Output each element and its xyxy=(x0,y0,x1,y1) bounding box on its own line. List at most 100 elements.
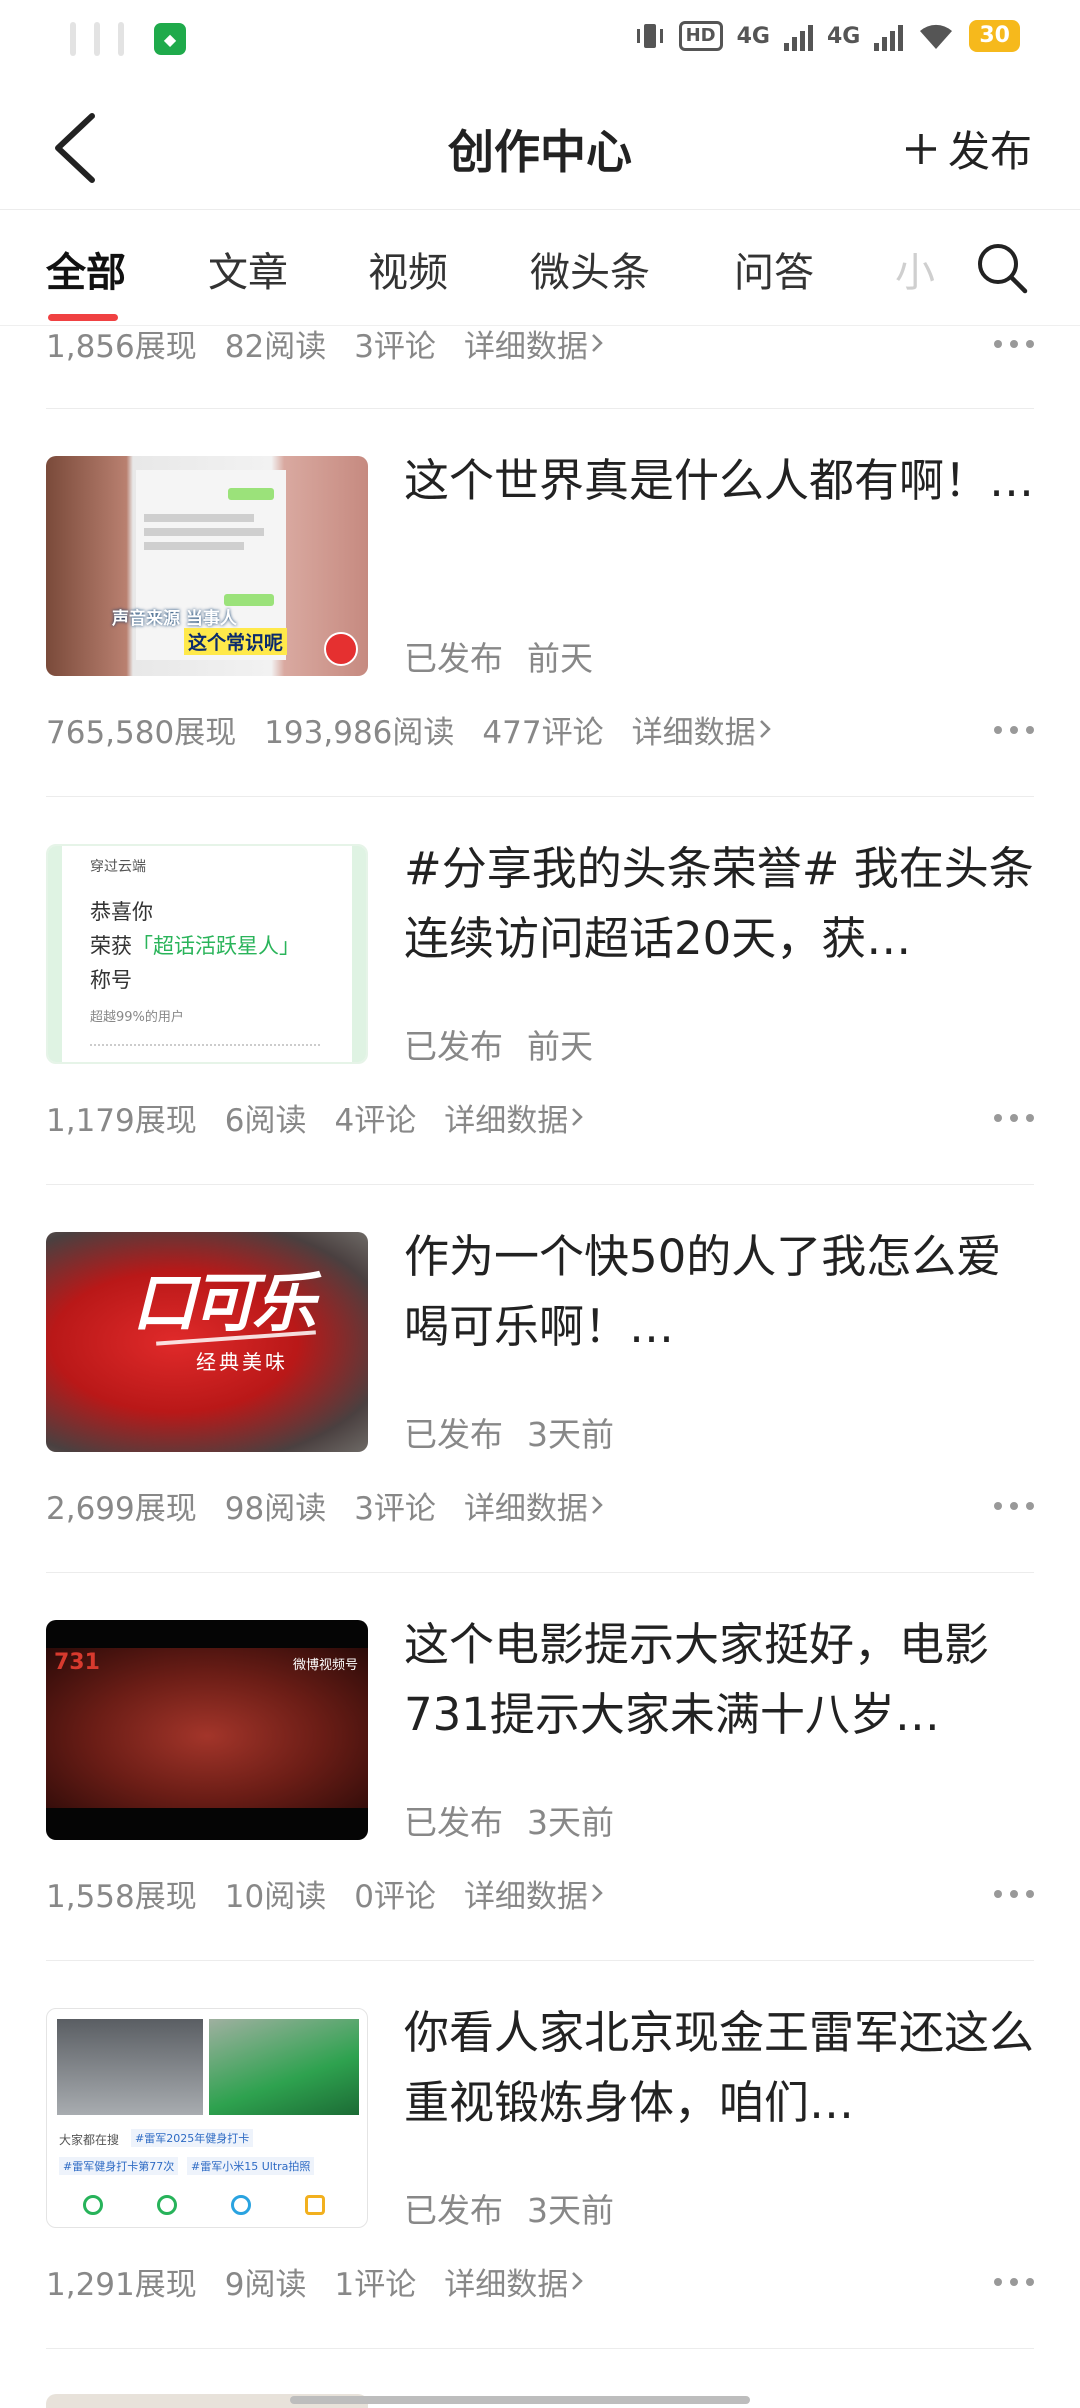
signal-icon xyxy=(874,21,904,51)
detail-link[interactable]: 详细数据 xyxy=(632,707,774,752)
stats-row: 2,699展现 98阅读 3评论 详细数据 xyxy=(46,1480,1036,1530)
thumbnail-image: 声音来源 当事人 这个常识呢 xyxy=(46,456,368,676)
publish-meta: 已发布 3天前 xyxy=(404,2184,638,2232)
chevron-right-icon xyxy=(572,1108,583,1126)
comments-count: 0评论 xyxy=(354,1878,436,1915)
divider xyxy=(46,796,1034,797)
thumbnail-image: 口可乐 经典美味 xyxy=(46,1232,368,1452)
impressions-count: 765,580展现 xyxy=(46,714,237,751)
tab-micro-posts[interactable]: 微头条 xyxy=(530,240,650,298)
detail-link[interactable]: 详细数据 xyxy=(464,1483,606,1528)
impressions-count: 1,291展现 xyxy=(46,2266,197,2303)
hd-badge: HD xyxy=(678,21,723,51)
car-photo xyxy=(209,2019,359,2115)
stats-row: 765,580展现 193,986阅读 477评论 详细数据 xyxy=(46,704,1036,754)
more-options-icon[interactable] xyxy=(992,710,1036,750)
reads-count: 10阅读 xyxy=(224,1878,327,1915)
thumb-text: 荣获「超话活跃星人」 xyxy=(90,930,300,960)
item-title[interactable]: 这个电影提示大家挺好，电影731提示大家未满十八岁… xyxy=(404,1610,1044,1750)
publish-time: 3天前 xyxy=(527,1803,614,1842)
divider xyxy=(46,1572,1034,1573)
thumb-text-highlight: 「超话活跃星人」 xyxy=(132,934,300,958)
reads-count: 6阅读 xyxy=(224,1102,307,1139)
more-options-icon[interactable] xyxy=(992,326,1036,364)
divider xyxy=(46,1184,1034,1185)
network-label: 4G xyxy=(736,23,770,49)
active-tab-indicator xyxy=(48,314,118,321)
chevron-right-icon xyxy=(759,720,771,738)
publish-meta: 已发布 前天 xyxy=(404,1020,617,1068)
item-title[interactable]: 你看人家北京现金王雷军还这么重视锻炼身体，咱们… xyxy=(404,1998,1044,2138)
item-title[interactable]: 这个世界真是什么人都有啊！… xyxy=(404,446,1044,516)
battery-indicator: 30 xyxy=(969,20,1020,52)
divider xyxy=(46,408,1034,409)
detail-label: 详细数据 xyxy=(631,714,756,751)
status-right: HD 4G 4G 30 xyxy=(635,20,1020,52)
publish-label: 发布 xyxy=(947,127,1032,176)
tab-qa[interactable]: 问答 xyxy=(734,240,814,298)
detail-label: 详细数据 xyxy=(463,1878,588,1915)
reads-count: 193,986阅读 xyxy=(264,714,455,751)
thumb-brand-text: 口可乐 xyxy=(132,1267,316,1341)
more-options-icon[interactable] xyxy=(992,1874,1036,1914)
status-bar: ◆ HD 4G 4G 30 xyxy=(0,0,1080,84)
publish-time: 3天前 xyxy=(527,1415,614,1454)
item-title[interactable]: 作为一个快50的人了我怎么爱喝可乐啊！… xyxy=(404,1222,1044,1362)
more-options-icon[interactable] xyxy=(992,2262,1036,2302)
stats-row: 1,291展现 9阅读 1评论 详细数据 xyxy=(46,2256,1036,2306)
publish-status: 已发布 xyxy=(404,1415,503,1454)
impressions-count: 1,856展现 xyxy=(46,328,197,365)
content-feed: 1,856展现 82阅读 3评论 详细数据 声音来源 当事人 这个常识呢 这个世… xyxy=(0,326,1080,2408)
top-nav: 创作中心 发布 xyxy=(0,84,1080,210)
notification-placeholder xyxy=(94,22,100,56)
detail-link[interactable]: 详细数据 xyxy=(444,2259,586,2304)
tab-more[interactable]: 小 xyxy=(895,240,935,298)
thumbnail-image: 穿过云端 恭喜你 荣获「超话活跃星人」 称号 超越99%的用户 xyxy=(46,844,368,1064)
thumb-text-prefix: 荣获 xyxy=(90,934,132,958)
detail-link[interactable]: 详细数据 xyxy=(464,326,606,366)
tab-videos[interactable]: 视频 xyxy=(368,240,448,298)
thumb-logo: 微博视频号 xyxy=(292,1658,358,1673)
chevron-right-icon xyxy=(592,334,603,352)
more-options-icon[interactable] xyxy=(992,1098,1036,1138)
thumb-text: 超越99%的用户 xyxy=(90,1010,184,1025)
status-left: ◆ xyxy=(70,22,186,56)
app-notification-icon: ◆ xyxy=(154,23,186,55)
thumb-brand-sub: 经典美味 xyxy=(196,1350,288,1374)
impressions-count: 1,558展现 xyxy=(46,1878,197,1915)
tab-articles[interactable]: 文章 xyxy=(208,240,288,298)
thumb-search-text: 大家都在搜 xyxy=(59,2133,120,2147)
more-options-icon[interactable] xyxy=(992,1486,1036,1526)
moments-icon xyxy=(157,2195,177,2215)
reads-count: 98阅读 xyxy=(224,1490,327,1527)
thumbnail-image: 大家都在搜 #雷军2025年健身打卡 #雷军健身打卡第77次 #雷军小米15 U… xyxy=(46,2008,368,2228)
search-icon[interactable] xyxy=(974,240,1030,296)
comments-count: 1评论 xyxy=(334,2266,417,2303)
publish-status: 已发布 xyxy=(404,1027,503,1066)
detail-label: 详细数据 xyxy=(463,328,588,365)
reads-count: 9阅读 xyxy=(224,2266,307,2303)
stats-row: 1,558展现 10阅读 0评论 详细数据 xyxy=(46,1868,1036,1918)
divider xyxy=(46,2348,1034,2349)
tab-all[interactable]: 全部 xyxy=(46,240,126,298)
save-icon xyxy=(305,2195,325,2215)
detail-link[interactable]: 详细数据 xyxy=(444,1095,586,1140)
chevron-right-icon xyxy=(592,1496,603,1514)
publish-button[interactable]: 发布 xyxy=(904,118,1032,179)
impressions-count: 2,699展现 xyxy=(46,1490,197,1527)
comments-count: 477评论 xyxy=(482,714,604,751)
thumb-hashtag: #雷军健身打卡第77次 xyxy=(59,2157,179,2175)
thumb-caption: 声音来源 当事人 xyxy=(112,609,237,629)
detail-label: 详细数据 xyxy=(463,1490,588,1527)
item-title[interactable]: #分享我的头条荣誉# 我在头条连续访问超话20天，获… xyxy=(404,834,1044,974)
detail-label: 详细数据 xyxy=(444,2266,569,2303)
publish-status: 已发布 xyxy=(404,639,503,678)
publish-status: 已发布 xyxy=(404,2191,503,2230)
notification-placeholder xyxy=(70,22,76,56)
stats-row: 1,179展现 6阅读 4评论 详细数据 xyxy=(46,1092,1036,1142)
detail-link[interactable]: 详细数据 xyxy=(464,1871,606,1916)
notification-placeholder xyxy=(118,22,124,56)
thumb-hashtag: #雷军小米15 Ultra拍照 xyxy=(187,2157,315,2175)
chevron-right-icon xyxy=(592,1884,603,1902)
publish-time: 前天 xyxy=(527,639,593,678)
